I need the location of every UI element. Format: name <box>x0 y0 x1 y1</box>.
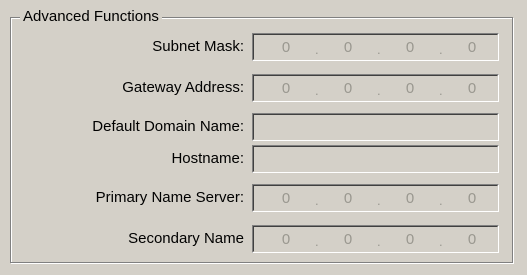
gateway-address-octet-4[interactable]: 0 <box>462 80 482 98</box>
primary-name-server-separator-1: . <box>315 193 319 208</box>
groupbox-title: Advanced Functions <box>20 8 162 26</box>
primary-name-server-separator-3: . <box>439 193 443 208</box>
gateway-address-octet-1[interactable]: 0 <box>276 80 296 98</box>
subnet-mask-separator-1: . <box>315 42 319 57</box>
secondary-name-octet-2[interactable]: 0 <box>338 231 358 249</box>
default-domain-name-field[interactable] <box>252 113 499 141</box>
default-domain-name-label: Default Domain Name: <box>92 118 244 135</box>
secondary-name-label: Secondary Name <box>128 230 244 247</box>
primary-name-server-octet-2[interactable]: 0 <box>338 190 358 208</box>
subnet-mask-octet-4[interactable]: 0 <box>462 39 482 57</box>
default-domain-name-row: Default Domain Name: <box>0 113 527 141</box>
subnet-mask-separator-2: . <box>377 42 381 57</box>
hostname-field[interactable] <box>252 145 499 173</box>
secondary-name-octet-1[interactable]: 0 <box>276 231 296 249</box>
primary-name-server-label: Primary Name Server: <box>95 189 244 206</box>
secondary-name-row: Secondary Name 0 . 0 . 0 . 0 <box>0 225 527 253</box>
secondary-name-ip-field[interactable]: 0 . 0 . 0 . 0 <box>252 225 499 253</box>
hostname-row: Hostname: <box>0 145 527 173</box>
primary-name-server-row: Primary Name Server: 0 . 0 . 0 . 0 <box>0 184 527 212</box>
subnet-mask-octet-2[interactable]: 0 <box>338 39 358 57</box>
subnet-mask-octet-3[interactable]: 0 <box>400 39 420 57</box>
gateway-address-separator-1: . <box>315 83 319 98</box>
gateway-address-octet-3[interactable]: 0 <box>400 80 420 98</box>
gateway-address-row: Gateway Address: 0 . 0 . 0 . 0 <box>0 74 527 102</box>
gateway-address-octet-2[interactable]: 0 <box>338 80 358 98</box>
gateway-address-ip-field[interactable]: 0 . 0 . 0 . 0 <box>252 74 499 102</box>
subnet-mask-ip-field[interactable]: 0 . 0 . 0 . 0 <box>252 33 499 61</box>
hostname-label: Hostname: <box>171 150 244 167</box>
gateway-address-separator-2: . <box>377 83 381 98</box>
secondary-name-octet-3[interactable]: 0 <box>400 231 420 249</box>
subnet-mask-row: Subnet Mask: 0 . 0 . 0 . 0 <box>0 33 527 61</box>
primary-name-server-octet-4[interactable]: 0 <box>462 190 482 208</box>
primary-name-server-octet-1[interactable]: 0 <box>276 190 296 208</box>
subnet-mask-separator-3: . <box>439 42 443 57</box>
subnet-mask-label: Subnet Mask: <box>152 38 244 55</box>
secondary-name-separator-3: . <box>439 234 443 249</box>
gateway-address-label: Gateway Address: <box>122 79 244 96</box>
primary-name-server-separator-2: . <box>377 193 381 208</box>
secondary-name-separator-1: . <box>315 234 319 249</box>
primary-name-server-octet-3[interactable]: 0 <box>400 190 420 208</box>
subnet-mask-octet-1[interactable]: 0 <box>276 39 296 57</box>
primary-name-server-ip-field[interactable]: 0 . 0 . 0 . 0 <box>252 184 499 212</box>
secondary-name-separator-2: . <box>377 234 381 249</box>
gateway-address-separator-3: . <box>439 83 443 98</box>
secondary-name-octet-4[interactable]: 0 <box>462 231 482 249</box>
